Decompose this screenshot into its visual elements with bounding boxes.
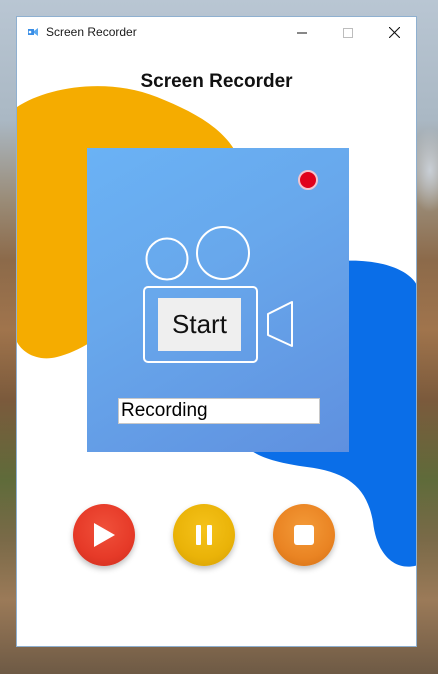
- title-bar[interactable]: Screen Recorder: [17, 17, 416, 48]
- play-icon: [94, 523, 115, 547]
- desktop-right-edge: [416, 0, 438, 674]
- minimize-button[interactable]: [279, 17, 325, 48]
- window-title: Screen Recorder: [46, 25, 137, 39]
- pause-icon: [196, 525, 212, 545]
- page-title: Screen Recorder: [140, 71, 293, 92]
- close-button[interactable]: [371, 17, 416, 48]
- minimize-icon: [297, 32, 307, 33]
- play-button[interactable]: [73, 504, 135, 566]
- maximize-icon: [343, 27, 353, 38]
- maximize-button[interactable]: [325, 17, 371, 48]
- stop-icon: [294, 525, 314, 545]
- recording-indicator-icon: [298, 170, 318, 190]
- stop-button[interactable]: [273, 504, 335, 566]
- status-field[interactable]: [118, 398, 320, 424]
- start-button[interactable]: Start: [158, 298, 241, 351]
- recorder-panel: Start: [87, 148, 349, 452]
- app-icon: [28, 28, 38, 36]
- pause-button[interactable]: [173, 504, 235, 566]
- app-window: Screen Recorder Screen Recorder Start Re…: [16, 16, 417, 647]
- close-icon: [388, 27, 400, 38]
